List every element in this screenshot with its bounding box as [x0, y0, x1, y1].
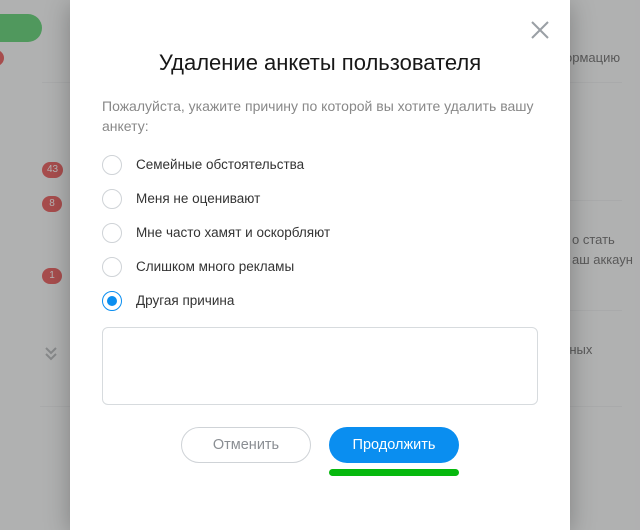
delete-profile-modal: Удаление анкеты пользователя Пожалуйста,…: [70, 0, 570, 530]
reason-label: Мне часто хамят и оскорбляют: [136, 225, 330, 240]
continue-button[interactable]: Продолжить: [329, 427, 459, 463]
reason-label: Другая причина: [136, 293, 234, 308]
modal-prompt: Пожалуйста, укажите причину по которой в…: [102, 96, 538, 137]
reason-label: Слишком много рекламы: [136, 259, 294, 274]
reason-option-ads[interactable]: Слишком много рекламы: [102, 257, 538, 277]
modal-title: Удаление анкеты пользователя: [102, 50, 538, 76]
radio-icon: [102, 223, 122, 243]
radio-icon: [102, 155, 122, 175]
close-button[interactable]: [528, 18, 552, 42]
reason-option-other[interactable]: Другая причина: [102, 291, 538, 311]
highlight-underline: [329, 469, 459, 476]
reason-label: Меня не оценивают: [136, 191, 260, 206]
reason-option-rudeness[interactable]: Мне часто хамят и оскорбляют: [102, 223, 538, 243]
reason-option-family[interactable]: Семейные обстоятельства: [102, 155, 538, 175]
reason-list: Семейные обстоятельства Меня не оцениваю…: [102, 155, 538, 311]
radio-icon: [102, 189, 122, 209]
other-reason-input[interactable]: [102, 327, 538, 405]
radio-icon: [102, 257, 122, 277]
reason-label: Семейные обстоятельства: [136, 157, 304, 172]
reason-option-not-rated[interactable]: Меня не оценивают: [102, 189, 538, 209]
radio-icon: [102, 291, 122, 311]
cancel-button[interactable]: Отменить: [181, 427, 311, 463]
modal-actions: Отменить Продолжить: [102, 427, 538, 463]
close-icon: [528, 18, 552, 42]
